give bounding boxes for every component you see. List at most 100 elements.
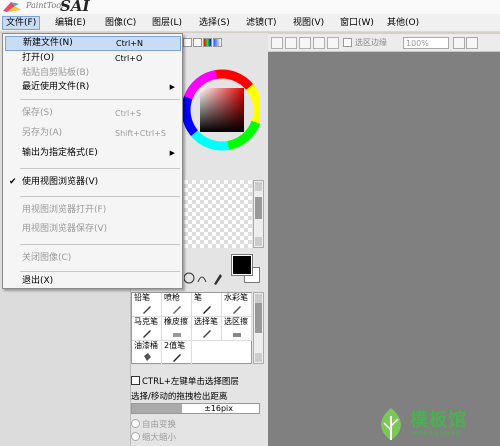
selection-edge-label: 选区边缘	[355, 38, 387, 47]
submenu-arrow-icon: ▶	[169, 149, 175, 157]
menu-separator	[20, 244, 180, 245]
app-logo-icon	[3, 2, 21, 12]
brush-paint-bucket[interactable]: 油漆桶	[132, 341, 162, 365]
menu-item-recent-files[interactable]: 最近使用文件(R) ▶	[5, 80, 181, 95]
ctrl-select-layer-checkbox[interactable]	[131, 376, 140, 385]
brush-marker[interactable]: 马克笔	[132, 317, 162, 341]
fg-bg-color[interactable]	[230, 253, 264, 287]
menu-item-close-image[interactable]: 关闭图像(C)	[5, 251, 181, 266]
logo-text-big: SAI	[60, 0, 90, 15]
navigator-preview[interactable]	[184, 180, 252, 248]
navigator-scrollbar[interactable]	[253, 180, 264, 248]
logo-text-small: PaintTool	[26, 1, 64, 10]
free-transform-radio[interactable]	[131, 419, 140, 428]
paint-bucket-icon	[144, 353, 151, 361]
zoom-out-button[interactable]	[453, 37, 465, 49]
hsv-slider-icon[interactable]	[203, 38, 212, 47]
zoom-dropdown[interactable]: 100%	[403, 37, 449, 49]
menu-item-export[interactable]: 输出为指定格式(E) ▶	[5, 146, 181, 161]
check-icon: ✔	[9, 177, 17, 187]
rotate-icon[interactable]	[197, 276, 207, 283]
canvas-toolbar: 选区边缘 100%	[268, 34, 500, 52]
toolbar-button-4[interactable]	[313, 37, 325, 49]
toolbar-button-1[interactable]	[271, 37, 283, 49]
menu-item-open[interactable]: 打开(O) Ctrl+O	[5, 51, 181, 66]
hand-icon[interactable]	[184, 272, 195, 284]
canvas-area[interactable]	[268, 52, 500, 446]
eyedropper-icon[interactable]	[214, 274, 222, 285]
foreground-color-swatch[interactable]	[231, 254, 253, 276]
menu-separator	[20, 99, 180, 100]
selection-edge-checkbox[interactable]	[343, 38, 352, 47]
menu-bar: 文件(F) 编辑(E) 图像(C) 图层(L) 选择(S) 滤镜(T) 视图(V…	[0, 14, 500, 32]
brush-pen[interactable]: 笔	[192, 293, 222, 317]
color-mode-icons	[183, 38, 223, 50]
scroll-up-arrow[interactable]	[255, 294, 262, 303]
menu-window[interactable]: 窗口(W)	[337, 16, 377, 30]
drag-distance-slider[interactable]: ±16pix	[131, 403, 260, 414]
title-bar: PaintTool SAI	[0, 0, 500, 15]
menu-image[interactable]: 图像(C)	[102, 16, 139, 30]
drag-distance-label: 选择/移动的拖拽检出距离	[131, 392, 228, 402]
eraser-icon	[173, 333, 181, 337]
scroll-up-arrow[interactable]	[255, 182, 262, 191]
scroll-down-arrow[interactable]	[255, 353, 262, 362]
menu-item-open-view-browser[interactable]: 用视图浏览器打开(F)	[5, 203, 181, 218]
brush-scrollbar[interactable]	[253, 292, 264, 364]
menu-item-exit[interactable]: 退出(X)	[5, 274, 181, 289]
menu-item-save-view-browser[interactable]: 用视图浏览器保存(V)	[5, 222, 181, 237]
marker-icon	[143, 330, 151, 338]
brush-select-eraser[interactable]: 选区擦	[222, 317, 252, 341]
pencil-icon	[143, 306, 151, 314]
airbrush-icon	[173, 306, 181, 314]
brush-grid: 铅笔 喷枪 笔 水彩笔 马克笔 橡皮擦 选择笔 选区擦 油漆桶 2值笔	[131, 292, 252, 365]
brush-pencil[interactable]: 铅笔	[132, 293, 162, 317]
zoom-out-radio[interactable]	[131, 432, 140, 441]
watermark: 模板馆 MOBANGUAN	[370, 404, 500, 446]
menu-edit[interactable]: 编辑(E)	[52, 16, 89, 30]
file-menu-dropdown: 新建文件(N) Ctrl+N 打开(O) Ctrl+O 粘贴自剪贴板(B) 最近…	[2, 33, 183, 289]
menu-layer[interactable]: 图层(L)	[149, 16, 185, 30]
watermark-leaf-icon	[381, 408, 401, 440]
color-wheel[interactable]	[182, 52, 260, 168]
menu-item-paste-clipboard[interactable]: 粘贴自剪贴板(B)	[5, 66, 181, 81]
menu-item-new-file[interactable]: 新建文件(N) Ctrl+N	[5, 36, 181, 51]
scroll-down-arrow[interactable]	[255, 237, 262, 246]
menu-view[interactable]: 视图(V)	[290, 16, 327, 30]
brush-eraser[interactable]: 橡皮擦	[162, 317, 192, 341]
watermark-subtext: MOBANGUAN	[412, 430, 462, 437]
free-transform-option[interactable]: 自由变换	[131, 418, 176, 430]
scroll-thumb[interactable]	[255, 197, 262, 219]
toolbar-button-3[interactable]	[299, 37, 311, 49]
submenu-arrow-icon: ▶	[169, 83, 175, 91]
menu-item-save[interactable]: 保存(S) Ctrl+S	[5, 106, 181, 121]
toolbar-button-2[interactable]	[285, 37, 297, 49]
color-wheel-mode-icon[interactable]	[183, 38, 192, 47]
hand-tools	[184, 272, 222, 285]
brush-watercolor[interactable]: 水彩笔	[222, 293, 252, 317]
rgb-slider-icon[interactable]	[193, 38, 202, 47]
pen-icon	[203, 306, 211, 314]
menu-item-use-view-browser[interactable]: ✔ 使用视图浏览器(V)	[5, 175, 181, 190]
menu-other[interactable]: 其他(O)	[384, 16, 422, 30]
select-eraser-icon	[233, 333, 241, 337]
menu-separator	[20, 271, 180, 272]
scroll-thumb[interactable]	[255, 303, 262, 333]
toolbar-button-5[interactable]	[327, 37, 339, 49]
ctrl-select-layer-option[interactable]: CTRL+左键单击选择图层	[131, 375, 239, 387]
watercolor-icon	[233, 306, 241, 314]
slider-value: ±16pix	[204, 404, 233, 413]
select-pen-icon	[203, 330, 211, 338]
menu-item-save-as[interactable]: 另存为(A) Shift+Ctrl+S	[5, 126, 181, 141]
palette-icon[interactable]	[213, 38, 222, 47]
menu-file[interactable]: 文件(F)	[2, 16, 41, 30]
brush-select-pen[interactable]: 选择笔	[192, 317, 222, 341]
menu-filter[interactable]: 滤镜(T)	[243, 16, 280, 30]
zoom-out-option[interactable]: 缩大缩小	[131, 431, 176, 443]
menu-select[interactable]: 选择(S)	[196, 16, 233, 30]
brush-binary-pen[interactable]: 2值笔	[162, 341, 192, 365]
zoom-in-button[interactable]	[466, 37, 478, 49]
brush-airbrush[interactable]: 喷枪	[162, 293, 192, 317]
watermark-text: 模板馆	[410, 410, 467, 431]
binary-pen-icon	[173, 354, 181, 362]
